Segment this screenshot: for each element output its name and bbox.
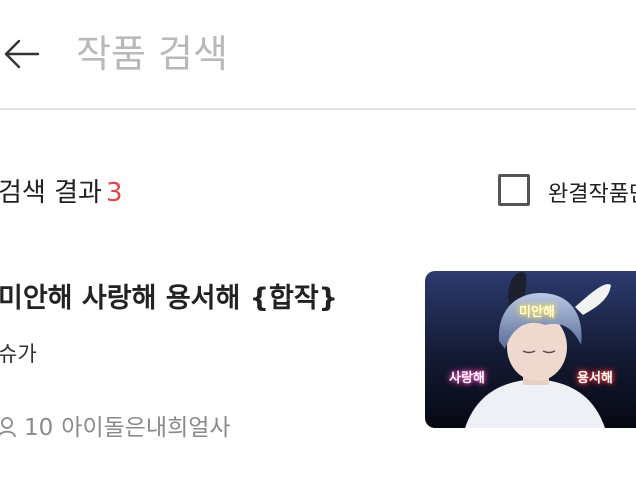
thumbnail-image: [425, 271, 636, 428]
app-header: [0, 0, 636, 110]
work-list-item[interactable]: 미안해 사랑해 용서해 {합작} 슈가 10 아이돌은내희얼사 미안해 사랑해 …: [0, 262, 636, 442]
work-title: 미안해 사랑해 용서해 {합작}: [0, 283, 338, 314]
work-author: 슈가: [0, 342, 37, 366]
work-meta: 10 아이돌은내희얼사: [0, 408, 231, 442]
arrow-left-icon: [4, 39, 40, 69]
search-result-count: 검색 결과 3: [0, 172, 123, 209]
thumbnail-text-forgive: 용서해: [577, 371, 613, 386]
completed-checkbox[interactable]: [498, 174, 530, 206]
back-button[interactable]: [2, 34, 42, 74]
member-label: 아이돌은내희얼사: [61, 415, 231, 441]
person-icon: [0, 417, 16, 438]
completed-only-filter[interactable]: 완결작품만: [498, 174, 636, 210]
result-number: 3: [105, 178, 123, 208]
thumbnail-text-love: 사랑해: [449, 371, 485, 386]
work-thumbnail[interactable]: 미안해 사랑해 용서해: [425, 271, 636, 428]
thumbnail-text-sorry: 미안해: [519, 305, 555, 320]
result-label: 검색 결과: [0, 178, 102, 208]
member-count: 10: [24, 415, 54, 441]
search-input[interactable]: [76, 26, 616, 82]
completed-label: 완결작품만: [548, 182, 636, 207]
